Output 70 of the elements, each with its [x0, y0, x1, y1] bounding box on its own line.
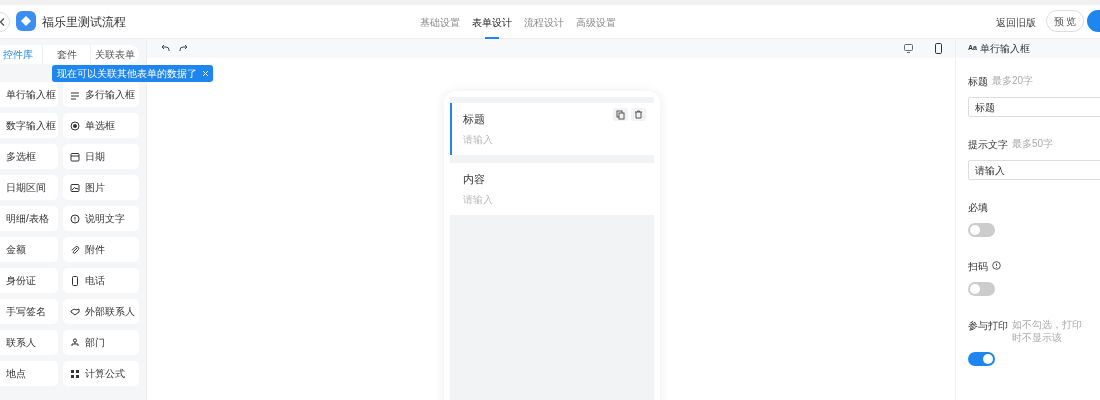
close-icon[interactable]: [202, 70, 209, 77]
component-item[interactable]: 身份证: [0, 268, 58, 293]
component-item[interactable]: 外部联系人: [63, 299, 139, 324]
component-item[interactable]: 部门: [63, 330, 139, 355]
text-input-field[interactable]: 请输入: [968, 160, 1100, 180]
component-item[interactable]: 电话: [63, 268, 139, 293]
property-label: 提示文字: [968, 138, 1008, 152]
property-label: 扫码: [968, 260, 988, 274]
field-placeholder: 请输入: [463, 192, 493, 207]
preview-button[interactable]: 预 览: [1046, 10, 1084, 32]
property-hint: 最多50字: [1012, 137, 1055, 150]
library-tab[interactable]: 关联表单: [90, 45, 139, 64]
component-item[interactable]: 单行输入框: [0, 82, 58, 107]
component-item[interactable]: 数字输入框: [0, 113, 58, 138]
toggle-switch[interactable]: [968, 282, 995, 296]
desktop-icon[interactable]: [904, 44, 913, 53]
property-label: 标题: [968, 75, 988, 89]
library-tab[interactable]: 套件: [41, 45, 91, 64]
trash-icon[interactable]: [631, 108, 646, 121]
property-hint: 如不勾选，打印时不显示该: [1012, 318, 1083, 344]
form-field-card[interactable]: 内容 请输入: [450, 163, 654, 215]
nav-tab[interactable]: 基础设置: [420, 5, 460, 39]
form-field-card[interactable]: 标题 请输入: [450, 103, 654, 155]
org-chart-icon: [70, 337, 80, 348]
component-item[interactable]: 计算公式: [63, 361, 139, 386]
component-item[interactable]: 图片: [63, 175, 139, 200]
publish-button[interactable]: [1087, 10, 1100, 32]
radio-icon: [70, 120, 80, 131]
component-item[interactable]: 附件: [63, 237, 139, 262]
component-item[interactable]: 单选框: [63, 113, 139, 138]
lines-icon: [70, 89, 80, 100]
toggle-switch[interactable]: [968, 223, 995, 237]
chevron-left-icon[interactable]: [0, 18, 5, 26]
text-input-field[interactable]: 标题: [968, 97, 1100, 117]
component-item[interactable]: 多选框: [0, 144, 58, 169]
component-item[interactable]: 多行输入框: [63, 82, 139, 107]
info-icon: [70, 213, 80, 224]
component-item[interactable]: 日期区间: [0, 175, 58, 200]
toggle-switch[interactable]: [968, 352, 995, 366]
component-item[interactable]: 说明文字: [63, 206, 139, 231]
field-label: 标题: [463, 112, 485, 127]
property-label: 参与打印: [968, 319, 1008, 333]
component-item[interactable]: 明细/表格: [0, 206, 58, 231]
mobile-icon[interactable]: [935, 43, 942, 54]
field-placeholder: 请输入: [463, 132, 493, 147]
property-hint: 最多20字: [992, 74, 1035, 87]
component-item[interactable]: 手写签名: [0, 299, 58, 324]
image-icon: [70, 182, 80, 193]
paperclip-icon: [70, 244, 80, 255]
app-logo-icon: [16, 11, 36, 31]
phone-icon: [70, 275, 80, 286]
undo-icon[interactable]: [161, 44, 170, 52]
library-tab[interactable]: 控件库: [0, 45, 42, 64]
panel-title: 单行输入框: [979, 42, 1030, 56]
component-item[interactable]: 地点: [0, 361, 58, 386]
property-label: 必填: [968, 201, 988, 215]
calendar-icon: [70, 151, 80, 162]
app-title: 福乐里测试流程: [42, 14, 126, 31]
nav-tab[interactable]: 表单设计: [472, 5, 512, 39]
nav-tab[interactable]: 高级设置: [576, 5, 616, 39]
component-item[interactable]: 联系人: [0, 330, 58, 355]
back-to-old-version-link[interactable]: 返回旧版: [996, 15, 1036, 30]
tooltip-text: 现在可以关联其他表单的数据了: [57, 67, 197, 81]
copy-icon[interactable]: [613, 108, 628, 121]
field-label: 内容: [463, 172, 485, 187]
component-item[interactable]: 金额: [0, 237, 58, 262]
nav-tab[interactable]: 流程设计: [524, 5, 564, 39]
grid-icon: [70, 368, 80, 379]
redo-icon[interactable]: [179, 44, 188, 52]
component-item[interactable]: 日期: [63, 144, 139, 169]
